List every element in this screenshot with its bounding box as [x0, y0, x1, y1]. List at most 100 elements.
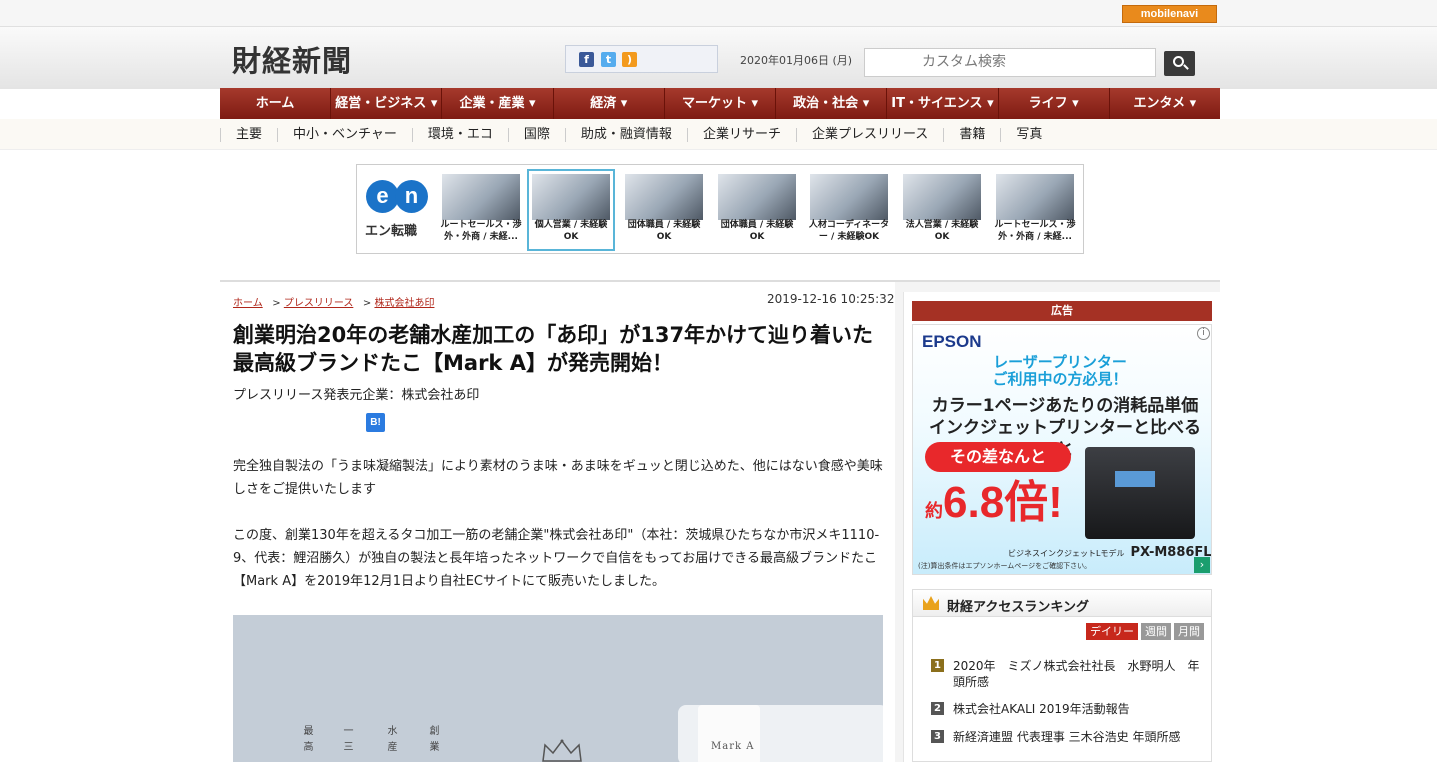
article-lead: 完全独自製法の「うま味凝縮製法」により素材のうま味・あま味をギュッと閉じ込めた、…	[233, 459, 883, 497]
article-publisher: プレスリリース発表元企業：株式会社あ印	[233, 388, 480, 403]
access-ranking: 財経アクセスランキング デイリー 週間 月間 1 2020年 ミズノ株式会社社長 …	[912, 589, 1212, 762]
ranking-title: 財経アクセスランキング	[947, 600, 1089, 615]
crown-icon	[923, 596, 939, 610]
subnav-item-photos[interactable]: 写真	[1000, 127, 1057, 142]
ranking-item-text: 新経済連盟 代表理事 三木谷浩史 年頭所感	[953, 730, 1181, 744]
search-input[interactable]: カスタム検索	[864, 48, 1156, 77]
subnav-item-venture[interactable]: 中小・ベンチャー	[277, 127, 412, 142]
rank-badge: 3	[931, 730, 944, 743]
ranking-item[interactable]: 1 2020年 ミズノ株式会社社長 水野明人 年頭所感	[931, 658, 1206, 690]
rss-icon[interactable]: )	[622, 52, 637, 67]
current-date: 2020年01月06日 (月)	[740, 54, 853, 67]
job-caption: ルートセールス・渉外・外商 / 未経...	[440, 220, 522, 242]
printer-image	[1085, 447, 1195, 539]
en-tenshoku-label: エン転職	[365, 224, 418, 239]
search-button[interactable]	[1164, 51, 1195, 76]
epson-ad[interactable]: EPSON i レーザープリンター ご利用中の方必見！ カラー1ページあたりの消…	[912, 324, 1212, 575]
job-caption: 人材コーディネーター / 未経験OK	[808, 220, 890, 242]
article-image: 最高 一三 水産 創業 Mark A	[233, 615, 883, 762]
breadcrumb: ホーム > プレスリリース > 株式会社あ印	[233, 294, 434, 309]
article-title: 創業明治20年の老舗水産加工の「あ印」が137年かけて辿り着いた最高級ブランドた…	[233, 323, 874, 375]
image-text: 創業	[427, 725, 438, 757]
breadcrumb-company[interactable]: 株式会社あ印	[374, 298, 434, 309]
nav-item-politics[interactable]: 政治・社会 ▾	[776, 88, 888, 119]
subnav-item-books[interactable]: 書籍	[943, 127, 1000, 142]
ad-value: 約6.8倍!	[925, 478, 1063, 527]
en-tenshoku-logo[interactable]: e n	[362, 180, 430, 220]
subnav-item-main[interactable]: 主要	[220, 127, 277, 142]
image-text: 一三	[341, 725, 352, 757]
job-card[interactable]: 個人営業 / 未経験OK	[527, 169, 615, 251]
breadcrumb-separator: >	[362, 298, 372, 309]
job-ad-banner: e n エン転職 ルートセールス・渉外・外商 / 未経... 個人営業 / 未経…	[356, 164, 1084, 254]
ad-info-icon[interactable]: i	[1197, 327, 1210, 340]
image-text: 水産	[385, 725, 396, 757]
tab-weekly[interactable]: 週間	[1141, 623, 1171, 640]
mobile-navi-link[interactable]: mobilenavi	[1122, 5, 1217, 23]
article-body: この度、創業130年を超えるタコ加工一筋の老舗企業"株式会社あ印"（本社：茨城県…	[233, 528, 880, 589]
nav-item-home[interactable]: ホーム	[220, 88, 332, 119]
ad-model: ビジネスインクジェットLモデル PX-M886FL	[1008, 545, 1212, 560]
breadcrumb-home[interactable]: ホーム	[233, 298, 263, 309]
job-card[interactable]: ルートセールス・渉外・外商 / 未経...	[437, 169, 525, 251]
site-logo[interactable]: 財経新聞	[232, 38, 352, 80]
top-bar: mobilenavi	[0, 0, 1437, 27]
job-caption: 法人営業 / 未経験OK	[905, 220, 979, 242]
job-caption: ルートセールス・渉外・外商 / 未経...	[994, 220, 1076, 242]
job-photo	[625, 174, 703, 220]
product-card-label: Mark A	[711, 741, 755, 752]
subnav-item-funding[interactable]: 助成・融資情報	[564, 127, 687, 142]
job-card[interactable]: 団体職員 / 未経験OK	[713, 169, 801, 251]
image-text: 最高	[301, 725, 312, 757]
nav-item-market[interactable]: マーケット ▾	[665, 88, 777, 119]
product-card: Mark A	[678, 705, 883, 762]
subnav-item-eco[interactable]: 環境・エコ	[411, 127, 508, 142]
ad-headline: レーザープリンター ご利用中の方必見！	[992, 353, 1128, 388]
ranking-item[interactable]: 2 株式会社AKALI 2019年活動報告	[931, 701, 1206, 717]
ad-header: 広告	[912, 301, 1212, 321]
article-timestamp: 2019-12-16 10:25:32	[767, 292, 895, 306]
job-photo	[996, 174, 1074, 220]
crown-icon	[542, 739, 582, 762]
facebook-icon[interactable]: f	[579, 52, 594, 67]
hatena-bookmark-icon[interactable]: B!	[366, 413, 385, 432]
job-card[interactable]: 団体職員 / 未経験OK	[620, 169, 708, 251]
rank-badge: 1	[931, 659, 944, 672]
ranking-item-text: 2020年 ミズノ株式会社社長 水野明人 年頭所感	[953, 659, 1200, 689]
ranking-item-text: 株式会社AKALI 2019年活動報告	[953, 702, 1130, 716]
ranking-item[interactable]: 3 新経済連盟 代表理事 三木谷浩史 年頭所感	[931, 729, 1206, 745]
twitter-icon[interactable]: t	[601, 52, 616, 67]
social-share-bar: f t )	[565, 45, 718, 73]
job-photo	[718, 174, 796, 220]
job-caption: 団体職員 / 未経験OK	[720, 220, 794, 242]
ad-pill: その差なんと	[925, 442, 1071, 472]
site-header	[0, 27, 1437, 89]
tab-daily[interactable]: デイリー	[1086, 623, 1138, 640]
job-photo	[903, 174, 981, 220]
breadcrumb-press[interactable]: プレスリリース	[284, 298, 354, 309]
nav-item-economy[interactable]: 経済 ▾	[554, 88, 665, 119]
job-card[interactable]: 人材コーディネーター / 未経験OK	[805, 169, 893, 251]
job-photo	[810, 174, 888, 220]
sub-nav: 主要 中小・ベンチャー 環境・エコ 国際 助成・融資情報 企業リサーチ 企業プレ…	[0, 119, 1437, 150]
job-photo	[532, 174, 610, 220]
subnav-item-press[interactable]: 企業プレスリリース	[795, 127, 943, 142]
subnav-item-research[interactable]: 企業リサーチ	[686, 127, 796, 142]
job-caption: 団体職員 / 未経験OK	[627, 220, 701, 242]
nav-item-entertainment[interactable]: エンタメ ▾	[1110, 88, 1220, 119]
rank-badge: 2	[931, 702, 944, 715]
ad-brand: EPSON	[922, 332, 982, 351]
ad-note: (注)算出条件はエプソンホームページをご確認下さい。	[918, 562, 1092, 570]
subnav-item-international[interactable]: 国際	[507, 127, 565, 142]
nav-item-industry[interactable]: 企業・産業 ▾	[442, 88, 554, 119]
job-photo	[442, 174, 520, 220]
nav-item-business[interactable]: 経営・ビジネス ▾	[331, 88, 443, 119]
chevron-right-icon[interactable]: ›	[1194, 557, 1210, 573]
breadcrumb-separator: >	[272, 298, 281, 309]
main-nav: ホーム 経営・ビジネス ▾ 企業・産業 ▾ 経済 ▾ マーケット ▾ 政治・社会…	[220, 88, 1220, 119]
nav-item-life[interactable]: ライフ ▾	[999, 88, 1110, 119]
tab-monthly[interactable]: 月間	[1174, 623, 1204, 640]
job-card[interactable]: ルートセールス・渉外・外商 / 未経...	[991, 169, 1079, 251]
nav-item-it[interactable]: IT・サイエンス ▾	[887, 88, 999, 119]
job-card[interactable]: 法人営業 / 未経験OK	[898, 169, 986, 251]
